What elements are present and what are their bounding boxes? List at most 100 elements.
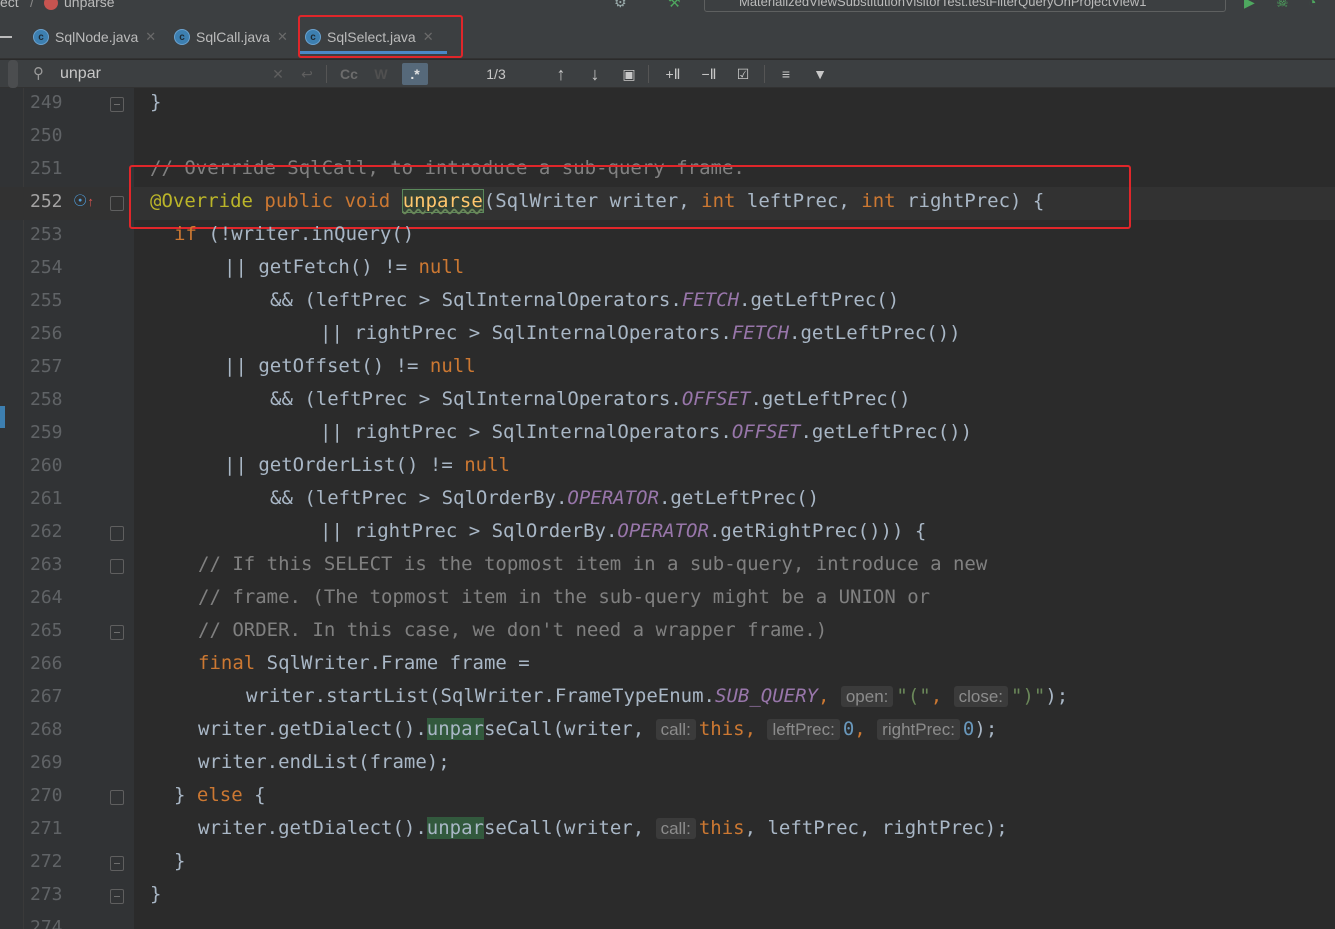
code-comment: // ORDER. In this case, we don't need a … [198, 619, 828, 641]
overrides-method-icon[interactable]: ☉↑ [73, 191, 94, 211]
code-text: && (leftPrec > SqlOrderBy.OPERATOR.getLe… [270, 487, 820, 509]
class-icon: c [33, 29, 49, 45]
line-number: 263 [30, 554, 63, 575]
scroll-handle[interactable] [8, 60, 18, 88]
new-line-icon[interactable]: ↩ [296, 63, 318, 85]
line-number: 266 [30, 653, 63, 674]
filter-options-icon[interactable]: ≡ [774, 63, 798, 85]
search-match: unpar [426, 718, 484, 740]
code-line: 266 final SqlWriter.Frame frame = [0, 649, 1335, 682]
class-icon: c [174, 29, 190, 45]
code-editor[interactable]: 249 } 250 251 // Override SqlCall, to in… [0, 88, 1335, 929]
parameter-hint: leftPrec: [767, 719, 840, 740]
fold-marker[interactable] [110, 526, 124, 541]
code-line: 249 } [0, 88, 1335, 121]
fold-marker[interactable] [110, 625, 124, 640]
close-icon[interactable]: ✕ [145, 29, 156, 45]
code-text: writer.getDialect().unparseCall(writer, … [198, 817, 1008, 839]
tab-sqlnode[interactable]: c SqlNode.java ✕ [33, 24, 156, 50]
line-number: 253 [30, 224, 63, 245]
filter-icon[interactable]: ▼ [808, 63, 832, 85]
code-text: && (leftPrec > SqlInternalOperators.FETC… [270, 289, 900, 311]
line-number: 259 [30, 422, 63, 443]
code-line: 267 writer.startList(SqlWriter.FrameType… [0, 682, 1335, 715]
line-number: 254 [30, 257, 63, 278]
code-line: 273 } [0, 880, 1335, 913]
search-icon[interactable]: ⚲ [33, 64, 44, 82]
line-number: 249 [30, 92, 63, 113]
code-line: 274 [0, 913, 1335, 929]
add-occurrence-icon[interactable]: +Ⅱ [660, 63, 686, 85]
clear-icon[interactable]: ✕ [268, 63, 288, 85]
code-comment: // If this SELECT is the topmost item in… [198, 553, 988, 575]
search-input[interactable] [60, 63, 270, 85]
build-icon[interactable]: ⚒ [668, 0, 681, 11]
code-text: && (leftPrec > SqlInternalOperators.OFFS… [270, 388, 911, 410]
code-text: || rightPrec > SqlInternalOperators.OFFS… [320, 421, 973, 443]
code-line: 268 writer.getDialect().unparseCall(writ… [0, 715, 1335, 748]
code-line: 269 writer.endList(frame); [0, 748, 1335, 781]
code-text: || getOrderList() != null [224, 454, 510, 476]
line-number: 264 [30, 587, 63, 608]
run-configuration-selector[interactable]: MaterializedViewSubstitutionVisitorTest.… [704, 0, 1226, 12]
editor-tab-bar: c SqlNode.java ✕ c SqlCall.java ✕ c SqlS… [0, 14, 1335, 59]
select-all-occurrences-icon[interactable]: ☑ [730, 63, 756, 85]
next-occurrence-icon[interactable]: ↓ [584, 63, 606, 85]
fold-marker[interactable] [110, 889, 124, 904]
code-line: 255 && (leftPrec > SqlInternalOperators.… [0, 286, 1335, 319]
line-number: 274 [30, 917, 63, 929]
breadcrumb-separator: / [30, 0, 34, 10]
code-text: } [174, 850, 186, 872]
close-icon[interactable]: ✕ [277, 29, 288, 45]
fold-marker[interactable] [110, 856, 124, 871]
breadcrumb-project[interactable]: ect [0, 0, 19, 10]
code-line: 270 } else { [0, 781, 1335, 814]
collapse-icon[interactable] [0, 36, 12, 38]
parameter-hint: call: [655, 818, 696, 839]
code-text: || getFetch() != null [224, 256, 465, 278]
separator [648, 65, 649, 83]
line-number: 251 [30, 158, 63, 179]
line-number: 255 [30, 290, 63, 311]
code-line: 265 // ORDER. In this case, we don't nee… [0, 616, 1335, 649]
run-configuration-label: MaterializedViewSubstitutionVisitorTest.… [739, 0, 1147, 9]
search-match: unpar [426, 817, 484, 839]
tab-label: SqlCall.java [196, 29, 270, 45]
fold-marker[interactable] [110, 97, 124, 112]
run-icon[interactable]: ▶ [1244, 0, 1255, 11]
parameter-hint: close: [953, 686, 1009, 707]
line-number: 273 [30, 884, 63, 905]
code-text: writer.endList(frame); [198, 751, 450, 773]
regex-button[interactable]: .* [402, 63, 428, 85]
fold-marker[interactable] [110, 559, 124, 574]
line-number: 271 [30, 818, 63, 839]
debug-icon[interactable]: ☠ [1276, 0, 1289, 11]
fold-marker[interactable] [110, 790, 124, 805]
code-text: || rightPrec > SqlInternalOperators.FETC… [320, 322, 961, 344]
match-count: 1/3 [486, 66, 506, 82]
fold-marker[interactable] [110, 196, 124, 211]
line-number: 269 [30, 752, 63, 773]
show-in-window-icon[interactable]: ▣ [618, 63, 640, 85]
line-number: 265 [30, 620, 63, 641]
line-number: 257 [30, 356, 63, 377]
tab-sqlcall[interactable]: c SqlCall.java ✕ [174, 24, 288, 50]
code-line: 261 && (leftPrec > SqlOrderBy.OPERATOR.g… [0, 484, 1335, 517]
line-number: 268 [30, 719, 63, 740]
remove-occurrence-icon[interactable]: −Ⅱ [696, 63, 722, 85]
match-case-button[interactable]: Cc [336, 63, 362, 85]
code-line: 259 || rightPrec > SqlInternalOperators.… [0, 418, 1335, 451]
navigation-bar: ect / unparse ⚙ ⚒ MaterializedViewSubsti… [0, 0, 1335, 14]
line-number: 262 [30, 521, 63, 542]
user-icon[interactable]: ⚙ [614, 0, 627, 11]
code-text: || rightPrec > SqlOrderBy.OPERATOR.getRi… [320, 520, 927, 542]
breadcrumb-method[interactable]: unparse [64, 0, 115, 10]
code-line: 263 // If this SELECT is the topmost ite… [0, 550, 1335, 583]
code-text: } [150, 883, 162, 905]
coverage-icon[interactable]: ◔ [1308, 0, 1316, 10]
code-text: if (!writer.inQuery() [174, 223, 415, 245]
code-line: 256 || rightPrec > SqlInternalOperators.… [0, 319, 1335, 352]
parameter-hint: rightPrec: [877, 719, 960, 740]
previous-occurrence-icon[interactable]: ↑ [550, 63, 572, 85]
words-button[interactable]: W [370, 63, 392, 85]
